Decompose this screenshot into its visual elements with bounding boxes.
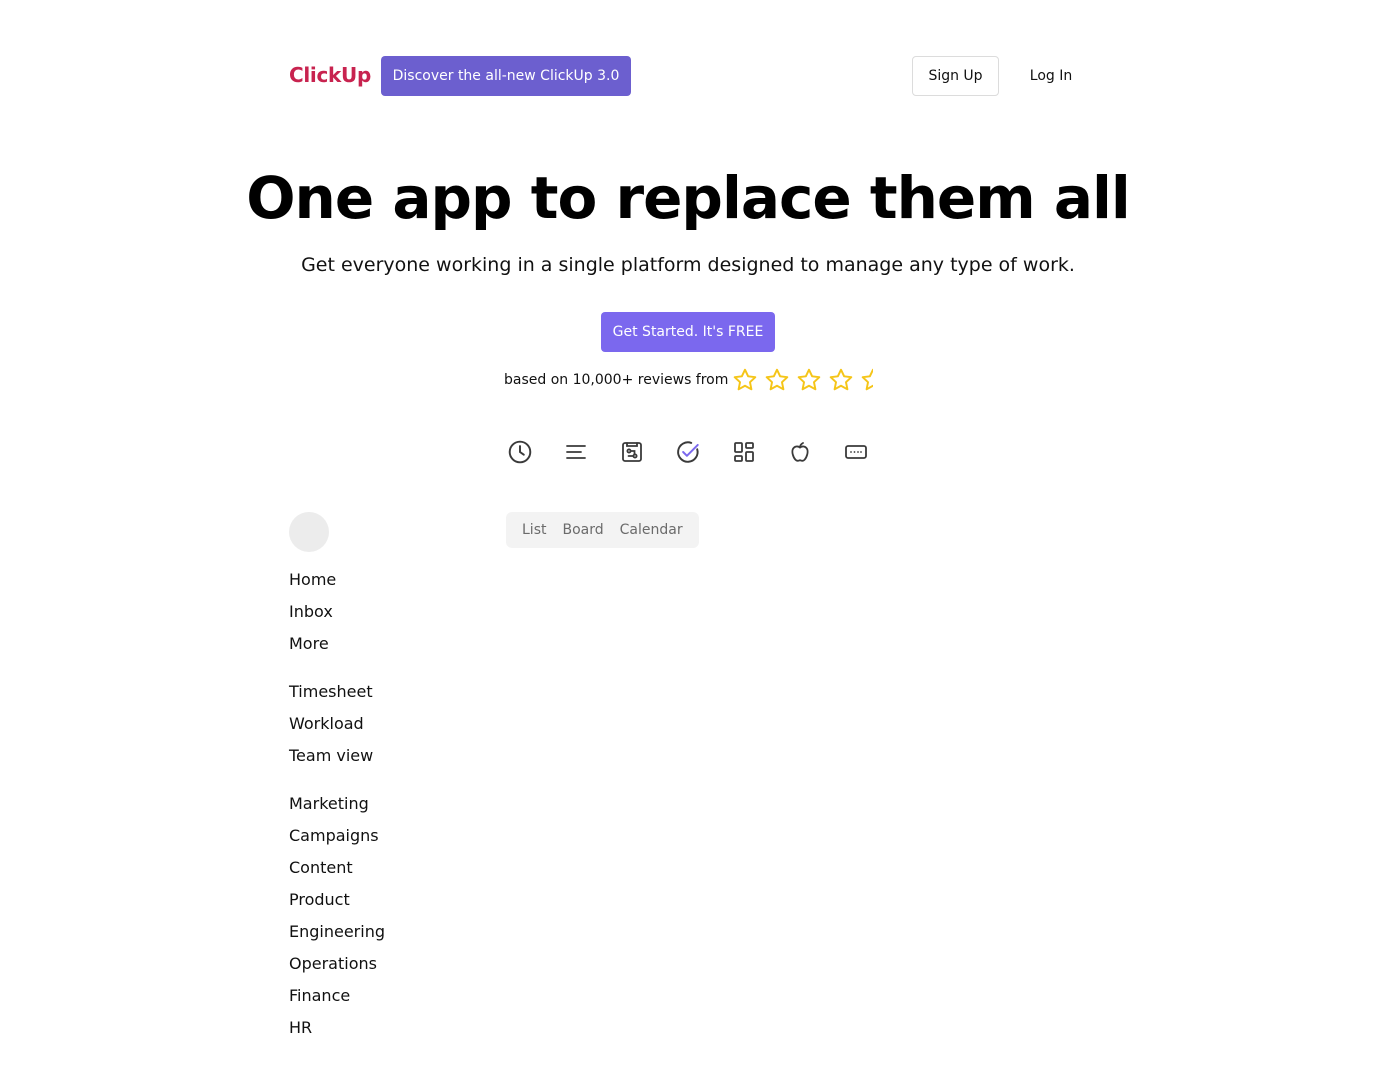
sidebar-item-finance[interactable]: Finance xyxy=(289,982,489,1014)
hero-title: One app to replace them all xyxy=(246,164,1131,232)
clock-icon[interactable] xyxy=(506,438,534,466)
half-star-icon xyxy=(860,367,886,393)
sidebar-item-operations[interactable]: Operations xyxy=(289,950,489,982)
sidebar-item-engineering[interactable]: Engineering xyxy=(289,918,489,950)
sidebar-item-campaigns[interactable]: Campaigns xyxy=(289,822,489,854)
avatar[interactable] xyxy=(289,512,329,552)
align-left-icon[interactable] xyxy=(562,438,590,466)
sidebar-group: Home Inbox More xyxy=(289,566,489,662)
keyboard-icon[interactable] xyxy=(842,438,870,466)
sign-up-button[interactable]: Sign Up xyxy=(912,56,999,96)
brand-logo[interactable]: ClickUp xyxy=(289,63,371,87)
feature-icon-row xyxy=(506,438,898,466)
hero-subtitle: Get everyone working in a single platfor… xyxy=(301,254,1075,276)
dashboard-icon[interactable] xyxy=(730,438,758,466)
sidebar-group: Marketing Campaigns Content Product Engineer… xyxy=(289,790,489,1046)
star-icon xyxy=(764,367,790,393)
star-icon xyxy=(796,367,822,393)
sidebar-item-content[interactable]: Content xyxy=(289,854,489,886)
sidebar-item-hr[interactable]: HR xyxy=(289,1014,489,1046)
sidebar-item-inbox[interactable]: Inbox xyxy=(289,598,489,630)
reviews-text: based on 10,000+ reviews from xyxy=(504,372,729,388)
star-icon xyxy=(828,367,854,393)
sidebar-item-more[interactable]: More xyxy=(289,630,489,662)
sidebar: Home Inbox More Timesheet Workload Team view M… xyxy=(289,566,489,1062)
apple-icon[interactable] xyxy=(786,438,814,466)
sidebar-group: Timesheet Workload Team view xyxy=(289,678,489,774)
tab-board[interactable]: Board xyxy=(554,522,611,538)
page: ClickUp Discover the all-new ClickUp 3.0… xyxy=(0,0,1376,1072)
view-tabs: List Board Calendar xyxy=(506,512,699,548)
star-icon xyxy=(732,367,758,393)
promo-button[interactable]: Discover the all-new ClickUp 3.0 xyxy=(381,56,631,96)
sidebar-item-home[interactable]: Home xyxy=(289,566,489,598)
check-circle-icon[interactable] xyxy=(674,438,702,466)
tab-calendar[interactable]: Calendar xyxy=(612,522,691,538)
sidebar-item-workload[interactable]: Workload xyxy=(289,710,489,742)
whiteboard-icon[interactable] xyxy=(618,438,646,466)
get-started-button[interactable]: Get Started. It's FREE xyxy=(601,312,775,352)
reviews-row: based on 10,000+ reviews from xyxy=(504,366,892,394)
tab-list[interactable]: List xyxy=(514,522,554,538)
sidebar-item-marketing[interactable]: Marketing xyxy=(289,790,489,822)
sidebar-item-timesheet[interactable]: Timesheet xyxy=(289,678,489,710)
sidebar-item-team-view[interactable]: Team view xyxy=(289,742,489,774)
log-in-button[interactable]: Log In xyxy=(1017,56,1085,96)
sidebar-item-product[interactable]: Product xyxy=(289,886,489,918)
star-rating xyxy=(732,367,892,393)
